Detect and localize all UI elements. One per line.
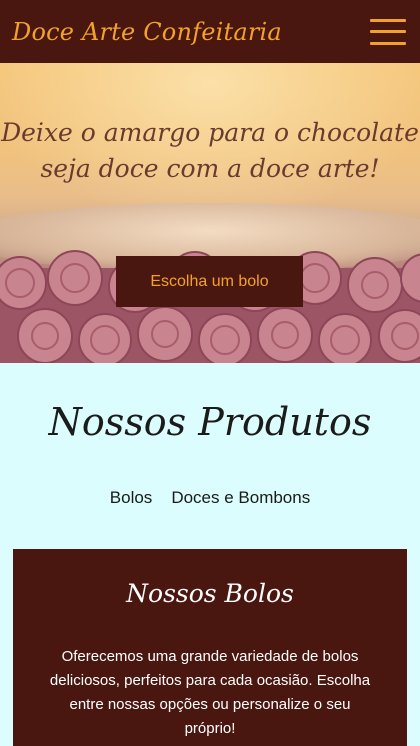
- hamburger-menu-icon[interactable]: [370, 16, 406, 48]
- card-description: Oferecemos uma grande variedade de bolos…: [49, 648, 371, 737]
- brand-logo-text[interactable]: Doce Arte Confeitaria: [12, 18, 282, 46]
- menu-bar: [370, 41, 406, 45]
- product-category-tabs: Bolos Doces e Bombons: [0, 488, 420, 508]
- hero-line-1: Deixe o amargo para o chocolate: [1, 118, 419, 147]
- menu-bar: [370, 18, 406, 22]
- site-header: Doce Arte Confeitaria: [0, 0, 420, 63]
- tab-doces-e-bombons[interactable]: Doces e Bombons: [171, 488, 310, 508]
- hero-line-2: seja doce com a doce arte!: [40, 154, 380, 183]
- tab-bolos[interactable]: Bolos: [110, 488, 153, 508]
- hero-headline: Deixe o amargo para o chocolate seja doc…: [0, 115, 420, 187]
- choose-cake-button[interactable]: Escolha um bolo: [116, 256, 303, 307]
- menu-bar: [370, 30, 406, 33]
- cakes-info-card: Nossos Bolos Oferecemos uma grande varie…: [13, 549, 407, 746]
- card-title: Nossos Bolos: [126, 579, 294, 608]
- hero-banner: Deixe o amargo para o chocolate seja doc…: [0, 63, 420, 363]
- products-section-title: Nossos Produtos: [48, 400, 372, 444]
